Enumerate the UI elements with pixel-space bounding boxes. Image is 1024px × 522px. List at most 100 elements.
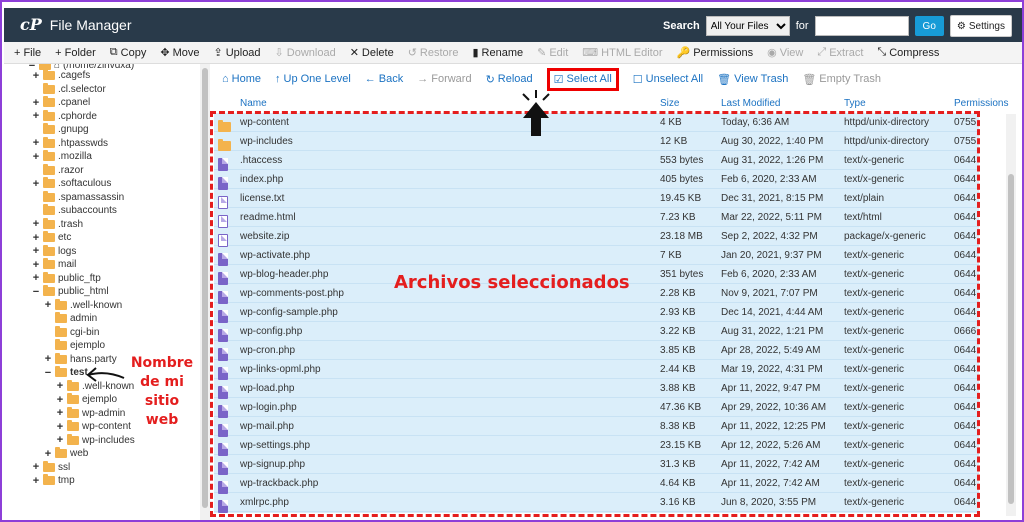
tree-item[interactable]: .cl.selector [32, 82, 106, 96]
tree-item[interactable]: .spamassassin [32, 190, 124, 204]
tree-item[interactable]: cgi-bin [44, 325, 99, 339]
view-button[interactable]: ◉ View [767, 46, 803, 60]
expand-icon[interactable]: + [32, 97, 40, 109]
column-name[interactable]: Name [240, 98, 267, 109]
tree-item[interactable]: .razor [32, 163, 84, 177]
file-row[interactable]: wp-mail.php 8.38 KB Apr 11, 2022, 12:25 PM… [214, 417, 979, 437]
rename-button[interactable]: ▮ Rename [472, 46, 523, 60]
unselect-all-button[interactable]: ☐ Unselect All [633, 73, 703, 86]
file-row[interactable]: wp-cron.php 3.85 KB Apr 28, 2022, 5:49 AM t… [214, 341, 979, 361]
expand-icon[interactable]: + [56, 421, 64, 433]
tree-item[interactable]: − test [44, 366, 88, 379]
expand-icon[interactable]: + [32, 137, 40, 149]
copy-button[interactable]: ⧉ Copy [110, 46, 147, 59]
search-input[interactable] [814, 16, 909, 36]
file-row[interactable]: .htaccess 553 bytes Aug 31, 2022, 1:26 PM t… [214, 151, 979, 171]
expand-icon[interactable]: + [32, 232, 40, 244]
expand-icon[interactable]: + [32, 178, 40, 190]
file-row[interactable]: wp-content 4 KB Today, 6:36 AM httpd/unix-d… [214, 113, 979, 132]
file-row[interactable]: index.php 405 bytes Feb 6, 2020, 2:33 AM te… [214, 170, 979, 190]
file-row[interactable]: wp-config-sample.php 2.93 KB Dec 14, 2021,… [214, 303, 979, 323]
empty-trash-button[interactable]: 🗑 Empty Trash [802, 73, 881, 86]
tree-item[interactable]: admin [44, 312, 97, 325]
expand-icon[interactable]: + [56, 394, 64, 406]
tree-item[interactable]: + web [44, 447, 88, 460]
download-button[interactable]: ⇩ Download [275, 46, 336, 60]
file-row[interactable]: readme.html 7.23 KB Mar 22, 2022, 5:11 PM t… [214, 208, 979, 228]
search-scope-select[interactable]: All Your Files [705, 16, 790, 36]
file-row[interactable]: wp-signup.php 31.3 KB Apr 11, 2022, 7:42 A… [214, 455, 979, 475]
go-button[interactable]: Go [914, 16, 944, 36]
expand-icon[interactable]: + [32, 151, 40, 163]
expand-icon[interactable]: + [56, 434, 64, 446]
file-row[interactable]: website.zip 23.18 MB Sep 2, 2022, 4:32 PM p… [214, 227, 979, 247]
tree-item[interactable]: ejemplo [44, 339, 105, 352]
tree-item[interactable]: + .htpasswds [32, 136, 108, 150]
expand-icon[interactable]: + [32, 272, 40, 284]
tree-item[interactable]: + etc [32, 231, 71, 244]
tree-item[interactable]: .subaccounts [32, 204, 117, 217]
expand-icon[interactable]: + [32, 475, 40, 487]
brand[interactable]: cP File Manager [20, 15, 131, 34]
upload-button[interactable]: ⇪ Upload [213, 46, 260, 60]
file-row[interactable]: license.txt 19.45 KB Dec 31, 2021, 8:15 PM… [214, 189, 979, 209]
permissions-button[interactable]: 🔑 Permissions [677, 46, 754, 60]
tree-item[interactable]: + mail [32, 258, 76, 271]
expand-icon[interactable]: + [32, 259, 40, 271]
sidebar-scrollbar[interactable] [200, 64, 210, 520]
restore-button[interactable]: ↺ Restore [408, 46, 459, 60]
expand-icon[interactable]: + [44, 448, 52, 460]
compress-button[interactable]: ⤡ Compress [877, 46, 939, 59]
expand-icon[interactable]: + [32, 218, 40, 230]
view-trash-button[interactable]: 🗑 View Trash [717, 73, 788, 86]
select-all-button[interactable]: ☑ Select All [546, 67, 619, 91]
file-button[interactable]: + File [14, 47, 41, 59]
file-row[interactable]: wp-trackback.php 4.64 KB Apr 11, 2022, 7:4… [214, 474, 979, 494]
tree-item[interactable]: .gnupg [32, 123, 89, 136]
tree-item[interactable]: + public_ftp [32, 271, 101, 285]
collapse-icon[interactable]: − [32, 286, 40, 298]
tree-item[interactable]: + wp-includes [56, 433, 135, 447]
back-button[interactable]: ← Back [365, 73, 403, 85]
column-permissions[interactable]: Permissions [954, 98, 1008, 109]
tree-item[interactable]: + ssl [32, 460, 70, 474]
file-row[interactable]: xmlrpc.php 3.16 KB Jun 8, 2020, 3:55 PM tex… [214, 493, 979, 513]
expand-icon[interactable]: + [32, 110, 40, 122]
file-row[interactable]: wp-login.php 47.36 KB Apr 29, 2022, 10:36 … [214, 398, 979, 418]
delete-button[interactable]: ✕ Delete [350, 46, 394, 60]
column-last-modified[interactable]: Last Modified [721, 98, 780, 109]
tree-item[interactable]: + .trash [32, 217, 83, 231]
column-size[interactable]: Size [660, 98, 679, 109]
expand-icon[interactable]: + [32, 245, 40, 257]
folder-button[interactable]: + Folder [55, 47, 96, 59]
tree-item[interactable]: + .well-known [44, 298, 122, 312]
file-list-scrollbar[interactable] [1006, 114, 1016, 516]
html-editor-button[interactable]: ⌨ HTML Editor [582, 46, 662, 60]
forward-button[interactable]: → Forward [417, 73, 471, 85]
file-row[interactable]: wp-includes 12 KB Aug 30, 2022, 1:40 PM htt… [214, 132, 979, 151]
file-row[interactable]: wp-load.php 3.88 KB Apr 11, 2022, 9:47 PM t… [214, 379, 979, 399]
expand-icon[interactable]: + [44, 353, 52, 365]
expand-icon[interactable]: + [32, 461, 40, 473]
settings-button[interactable]: ⚙ Settings [949, 15, 1012, 37]
expand-icon[interactable]: + [56, 380, 64, 392]
reload-button[interactable]: ↻ Reload [486, 73, 533, 86]
tree-item[interactable]: + ejemplo [56, 393, 117, 406]
file-row[interactable]: wp-config.php 3.22 KB Aug 31, 2022, 1:21 P… [214, 322, 979, 342]
tree-item[interactable]: + .cpanel [32, 96, 90, 109]
extract-button[interactable]: ⤢ Extract [817, 46, 863, 59]
tree-item[interactable]: + .cphorde [32, 109, 97, 123]
expand-icon[interactable]: + [56, 407, 64, 419]
expand-icon[interactable]: + [32, 70, 40, 82]
file-row[interactable]: wp-settings.php 23.15 KB Apr 12, 2022, 5:2… [214, 436, 979, 456]
tree-item[interactable]: + .mozilla [32, 150, 92, 163]
expand-icon[interactable]: + [44, 299, 52, 311]
tree-item[interactable]: + wp-admin [56, 406, 125, 420]
column-type[interactable]: Type [844, 98, 866, 109]
home-button[interactable]: ⌂ Home [222, 73, 261, 85]
file-row[interactable]: wp-links-opml.php 2.44 KB Mar 19, 2022, 4:… [214, 360, 979, 380]
collapse-icon[interactable]: − [44, 367, 52, 379]
tree-item[interactable]: + tmp [32, 474, 75, 487]
tree-item[interactable]: + logs [32, 244, 76, 258]
edit-button[interactable]: ✎ Edit [537, 46, 568, 60]
